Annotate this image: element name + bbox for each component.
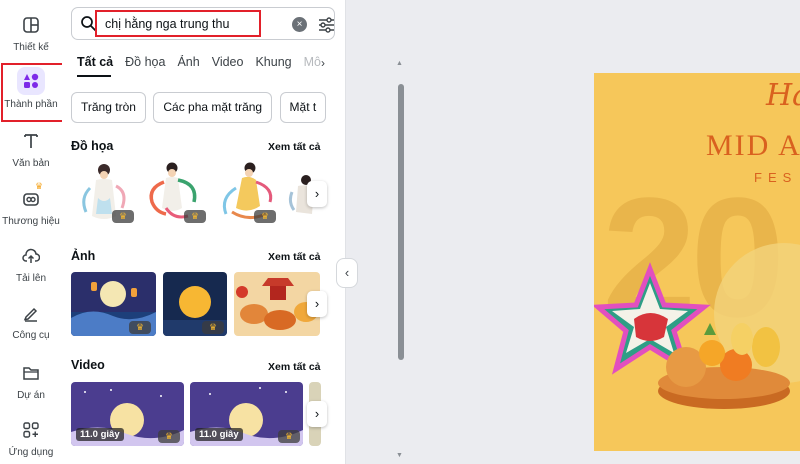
photos-see-all-link[interactable]: Xem tất cả: [268, 251, 321, 263]
tab-videos[interactable]: Video: [212, 55, 244, 75]
premium-crown-icon: ♛: [254, 210, 276, 223]
rail-item-tools[interactable]: Công cụ: [0, 300, 62, 341]
canvas-main-title: MID A: [706, 129, 800, 162]
videos-see-all-link[interactable]: Xem tất cả: [268, 361, 321, 373]
result-tabs: Tất cả Đồ họa Ảnh Video Khung Mô: [77, 55, 339, 75]
upload-cloud-icon: [18, 243, 44, 269]
text-icon: [18, 128, 44, 154]
photos-section-title: Ảnh: [71, 249, 96, 263]
premium-crown-icon: ♛: [158, 430, 180, 443]
graphics-section-title: Đồ họa: [71, 139, 114, 153]
chevron-right-icon[interactable]: ›: [321, 56, 325, 70]
active-tab-indicator: [77, 75, 111, 77]
video-duration: 11.0 giây: [76, 428, 124, 441]
photos-next-button[interactable]: ›: [307, 291, 327, 317]
videos-next-button[interactable]: ›: [307, 401, 327, 427]
folder-icon: [18, 360, 44, 386]
canvas-script-title: Ha: [766, 78, 800, 113]
tab-frames[interactable]: Khung: [255, 55, 291, 75]
apps-icon: [18, 417, 44, 443]
rail-item-apps[interactable]: Ứng dụng: [0, 417, 62, 458]
videos-section-title: Video: [71, 358, 105, 372]
rail-label: Tải lên: [15, 273, 46, 284]
mooncake-lantern-illustration: [594, 243, 800, 409]
rail-item-text[interactable]: Văn bản: [0, 128, 62, 169]
layout-icon: [18, 12, 44, 38]
premium-crown-icon: ♛: [184, 210, 206, 223]
clear-search-icon[interactable]: ×: [292, 17, 307, 32]
rail-label: Thiết kế: [13, 42, 49, 53]
tab-more[interactable]: Mô: [304, 55, 321, 75]
graphics-see-all-link[interactable]: Xem tất cả: [268, 141, 321, 153]
rail-label: Thương hiệu: [2, 216, 60, 227]
chip-moon-face[interactable]: Mặt t: [279, 92, 327, 123]
premium-crown-icon: ♛: [112, 210, 134, 223]
rail-item-design[interactable]: Thiết kế: [0, 12, 62, 53]
premium-crown-icon: ♛: [278, 430, 300, 443]
filter-icon[interactable]: [318, 16, 335, 38]
elements-panel: chị hằng nga trung thu × Tất cả Đồ họa Ả…: [62, 0, 404, 464]
tab-graphics[interactable]: Đồ họa: [125, 55, 165, 75]
tab-all[interactable]: Tất cả: [77, 55, 113, 75]
premium-crown-icon: ♛: [129, 321, 151, 334]
rail-item-brand[interactable]: Thương hiệu: [0, 186, 62, 227]
left-rail: Thiết kế Thành phần Văn bản Thương hiệu …: [0, 0, 64, 464]
rail-label: Văn bản: [12, 158, 50, 169]
design-canvas[interactable]: 20 Ha MID A FES: [594, 73, 800, 451]
elements-highlight-box: [1, 63, 64, 122]
chip-moon-phases[interactable]: Các pha mặt trăng: [153, 92, 273, 123]
panel-scrollbar[interactable]: [398, 84, 404, 360]
rail-label: Công cụ: [12, 330, 50, 341]
rail-item-projects[interactable]: Dự án: [0, 360, 62, 401]
search-highlight-box: [95, 10, 261, 37]
premium-crown-icon: ♛: [35, 181, 44, 191]
rail-item-uploads[interactable]: Tải lên: [0, 243, 62, 284]
tab-photos[interactable]: Ảnh: [177, 55, 199, 75]
rail-label: Ứng dụng: [8, 447, 54, 458]
rail-label: Dự án: [17, 390, 45, 401]
canvas-subtitle: FES: [754, 170, 798, 185]
video-duration: 11.0 giây: [195, 428, 243, 441]
suggestion-chips: Trăng tròn Các pha mặt trăng Mặt t: [71, 92, 337, 124]
premium-crown-icon: ♛: [202, 321, 224, 334]
graphics-next-button[interactable]: ›: [307, 181, 327, 207]
collapse-panel-button[interactable]: ‹: [336, 258, 358, 288]
chip-full-moon[interactable]: Trăng tròn: [71, 92, 146, 123]
pen-icon: [18, 300, 44, 326]
scroll-up-icon[interactable]: ▲: [396, 60, 403, 67]
scroll-down-icon[interactable]: ▼: [396, 452, 403, 459]
